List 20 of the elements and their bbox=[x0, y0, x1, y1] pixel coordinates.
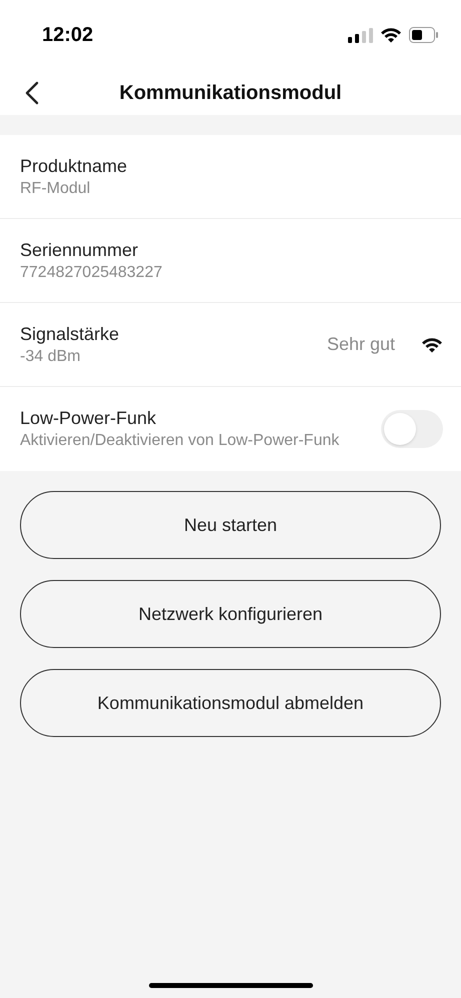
row-label: Seriennummer bbox=[20, 238, 140, 262]
row-label: Produktname bbox=[20, 154, 128, 178]
row-value: -34 dBm bbox=[20, 346, 82, 366]
row-label: Signalstärke bbox=[20, 322, 120, 346]
row-value: 7724827025483227 bbox=[20, 262, 164, 282]
action-button[interactable]: Kommunikationsmodul abmelden bbox=[20, 669, 441, 737]
row-label: Low-Power-Funk bbox=[20, 407, 158, 430]
signal-reading: Sehr gut bbox=[326, 333, 395, 356]
back-icon[interactable] bbox=[25, 80, 39, 104]
action-button[interactable]: Netzwerk konfigurieren bbox=[20, 580, 441, 648]
action-button[interactable]: Neu starten bbox=[20, 491, 441, 559]
battery-icon bbox=[409, 27, 439, 43]
row-value: Aktivieren/Deaktivieren von Low-Power-Funk bbox=[20, 431, 340, 451]
cellular-signal-icon bbox=[347, 27, 373, 43]
page-title: Kommunikationsmodul bbox=[119, 80, 342, 106]
toggle-switch[interactable] bbox=[381, 410, 443, 448]
wifi-icon bbox=[380, 27, 402, 43]
wifi-icon bbox=[421, 336, 443, 352]
status-time: 12:02 bbox=[42, 23, 94, 48]
row-value: RF-Modul bbox=[20, 178, 92, 198]
